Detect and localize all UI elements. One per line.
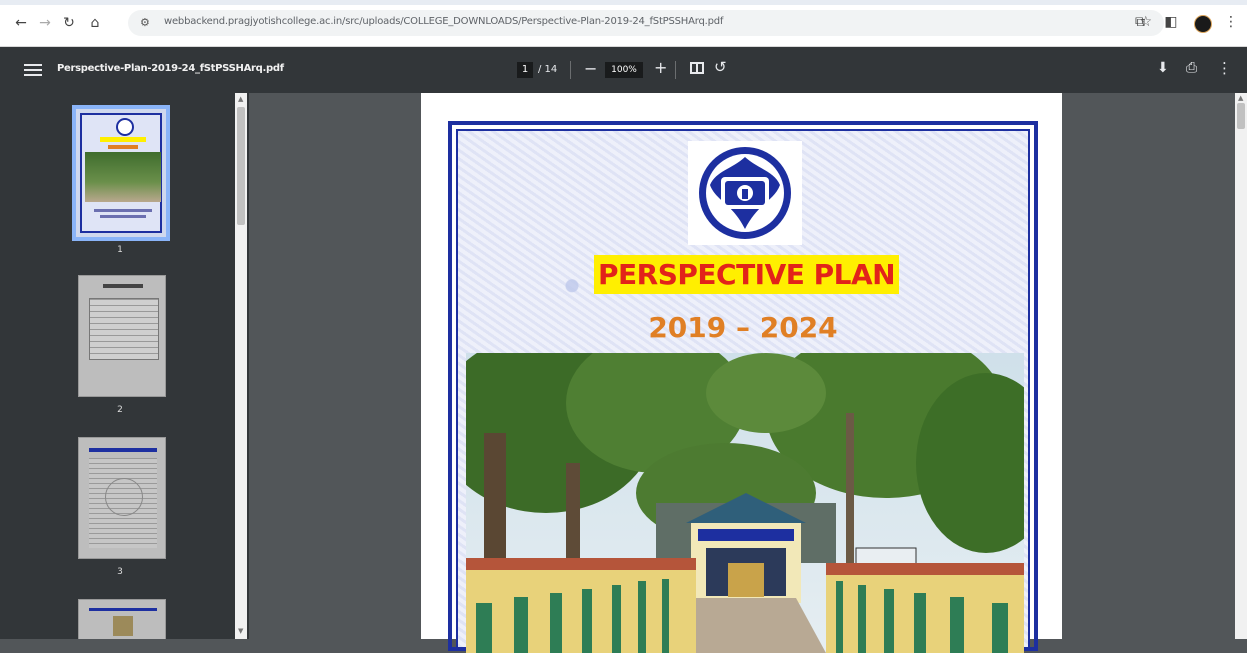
thumbnail-text-line bbox=[100, 215, 146, 218]
zoom-out-button[interactable]: − bbox=[584, 59, 597, 78]
thumbnail-header-bar bbox=[89, 448, 157, 452]
back-icon[interactable]: ← bbox=[12, 14, 30, 32]
thumbnail-label-3: 3 bbox=[117, 567, 123, 577]
divider bbox=[570, 61, 571, 79]
thumbnail-page-3[interactable] bbox=[78, 437, 166, 559]
logo-icon bbox=[116, 118, 134, 136]
thumbnail-watermark bbox=[105, 478, 143, 516]
site-info-icon[interactable]: ⚙ bbox=[140, 16, 150, 29]
pdf-toolbar: Perspective-Plan-2019-24_fStPSSHArq.pdf … bbox=[0, 47, 1247, 93]
profile-avatar[interactable] bbox=[1194, 15, 1212, 33]
pdf-page: PERSPECTIVE PLAN 2019 – 2024 bbox=[421, 93, 1062, 653]
divider bbox=[675, 61, 676, 79]
reload-icon[interactable]: ↻ bbox=[60, 14, 78, 32]
zoom-in-button[interactable]: + bbox=[654, 58, 667, 77]
scroll-up-arrow[interactable]: ▲ bbox=[1238, 94, 1243, 102]
plan-years: 2019 – 2024 bbox=[648, 311, 838, 344]
cover-background: PERSPECTIVE PLAN 2019 – 2024 bbox=[456, 129, 1030, 653]
thumbnail-page-4[interactable] bbox=[78, 599, 166, 639]
extensions-icon[interactable]: ⧉ bbox=[1131, 13, 1149, 31]
thumbnail-page-2[interactable] bbox=[78, 275, 166, 397]
college-gate-image bbox=[466, 353, 1024, 653]
scrollbar-thumb[interactable] bbox=[237, 107, 245, 225]
tab-strip bbox=[0, 0, 1247, 5]
thumbnail-frame bbox=[80, 113, 162, 233]
page-number-input[interactable]: 1 bbox=[517, 62, 533, 78]
url-text[interactable]: webbackend.pragjyotishcollege.ac.in/src/… bbox=[164, 16, 723, 27]
scroll-down-arrow[interactable]: ▼ bbox=[238, 627, 243, 635]
chrome-menu-icon[interactable]: ⋮ bbox=[1222, 13, 1240, 31]
thumbnail-years-bar bbox=[108, 145, 138, 149]
thumbnail-heading bbox=[103, 284, 143, 288]
scroll-up-arrow[interactable]: ▲ bbox=[238, 95, 243, 103]
college-logo-icon bbox=[699, 147, 791, 239]
side-panel-icon[interactable]: ◧ bbox=[1162, 13, 1180, 31]
thumbnail-header-bar bbox=[89, 608, 157, 611]
thumbnail-text-line bbox=[94, 209, 152, 212]
page-total: / 14 bbox=[538, 64, 558, 75]
sidebar-scrollbar[interactable]: ▲ ▼ bbox=[235, 93, 247, 639]
thumbnail-page-1[interactable] bbox=[72, 105, 170, 241]
thumbnail-table bbox=[89, 298, 159, 360]
address-bar[interactable]: ⚙ webbackend.pragjyotishcollege.ac.in/sr… bbox=[128, 10, 1164, 36]
file-title: Perspective-Plan-2019-24_fStPSSHArq.pdf bbox=[57, 63, 284, 74]
fit-page-icon[interactable] bbox=[690, 62, 704, 74]
browser-toolbar: ← → ↻ ⌂ ⚙ webbackend.pragjyotishcollege.… bbox=[0, 0, 1247, 47]
thumbnail-image bbox=[113, 616, 133, 636]
plan-title: PERSPECTIVE PLAN bbox=[594, 255, 900, 294]
thumbnail-title-bar bbox=[100, 137, 146, 142]
zoom-input[interactable]: 100% bbox=[605, 62, 643, 78]
sidebar-toggle-icon[interactable] bbox=[24, 61, 42, 79]
rotate-icon[interactable]: ↺ bbox=[714, 58, 727, 76]
cover-frame: PERSPECTIVE PLAN 2019 – 2024 bbox=[448, 121, 1038, 653]
thumbnail-label-1: 1 bbox=[117, 245, 123, 255]
print-icon[interactable]: ⎙ bbox=[1186, 60, 1197, 76]
college-photo bbox=[466, 353, 1024, 653]
thumbnail-sidebar: 1 2 3 bbox=[0, 93, 249, 639]
more-actions-icon[interactable]: ⋮ bbox=[1217, 59, 1232, 77]
main-scrollbar[interactable]: ▲ bbox=[1235, 93, 1247, 639]
thumbnail-photo bbox=[85, 152, 161, 202]
thumbnail-label-2: 2 bbox=[117, 405, 123, 415]
forward-icon[interactable]: → bbox=[36, 14, 54, 32]
scrollbar-thumb[interactable] bbox=[1237, 103, 1245, 129]
college-logo bbox=[688, 141, 802, 245]
home-icon[interactable]: ⌂ bbox=[86, 14, 104, 32]
download-icon[interactable]: ⬇ bbox=[1157, 60, 1169, 76]
